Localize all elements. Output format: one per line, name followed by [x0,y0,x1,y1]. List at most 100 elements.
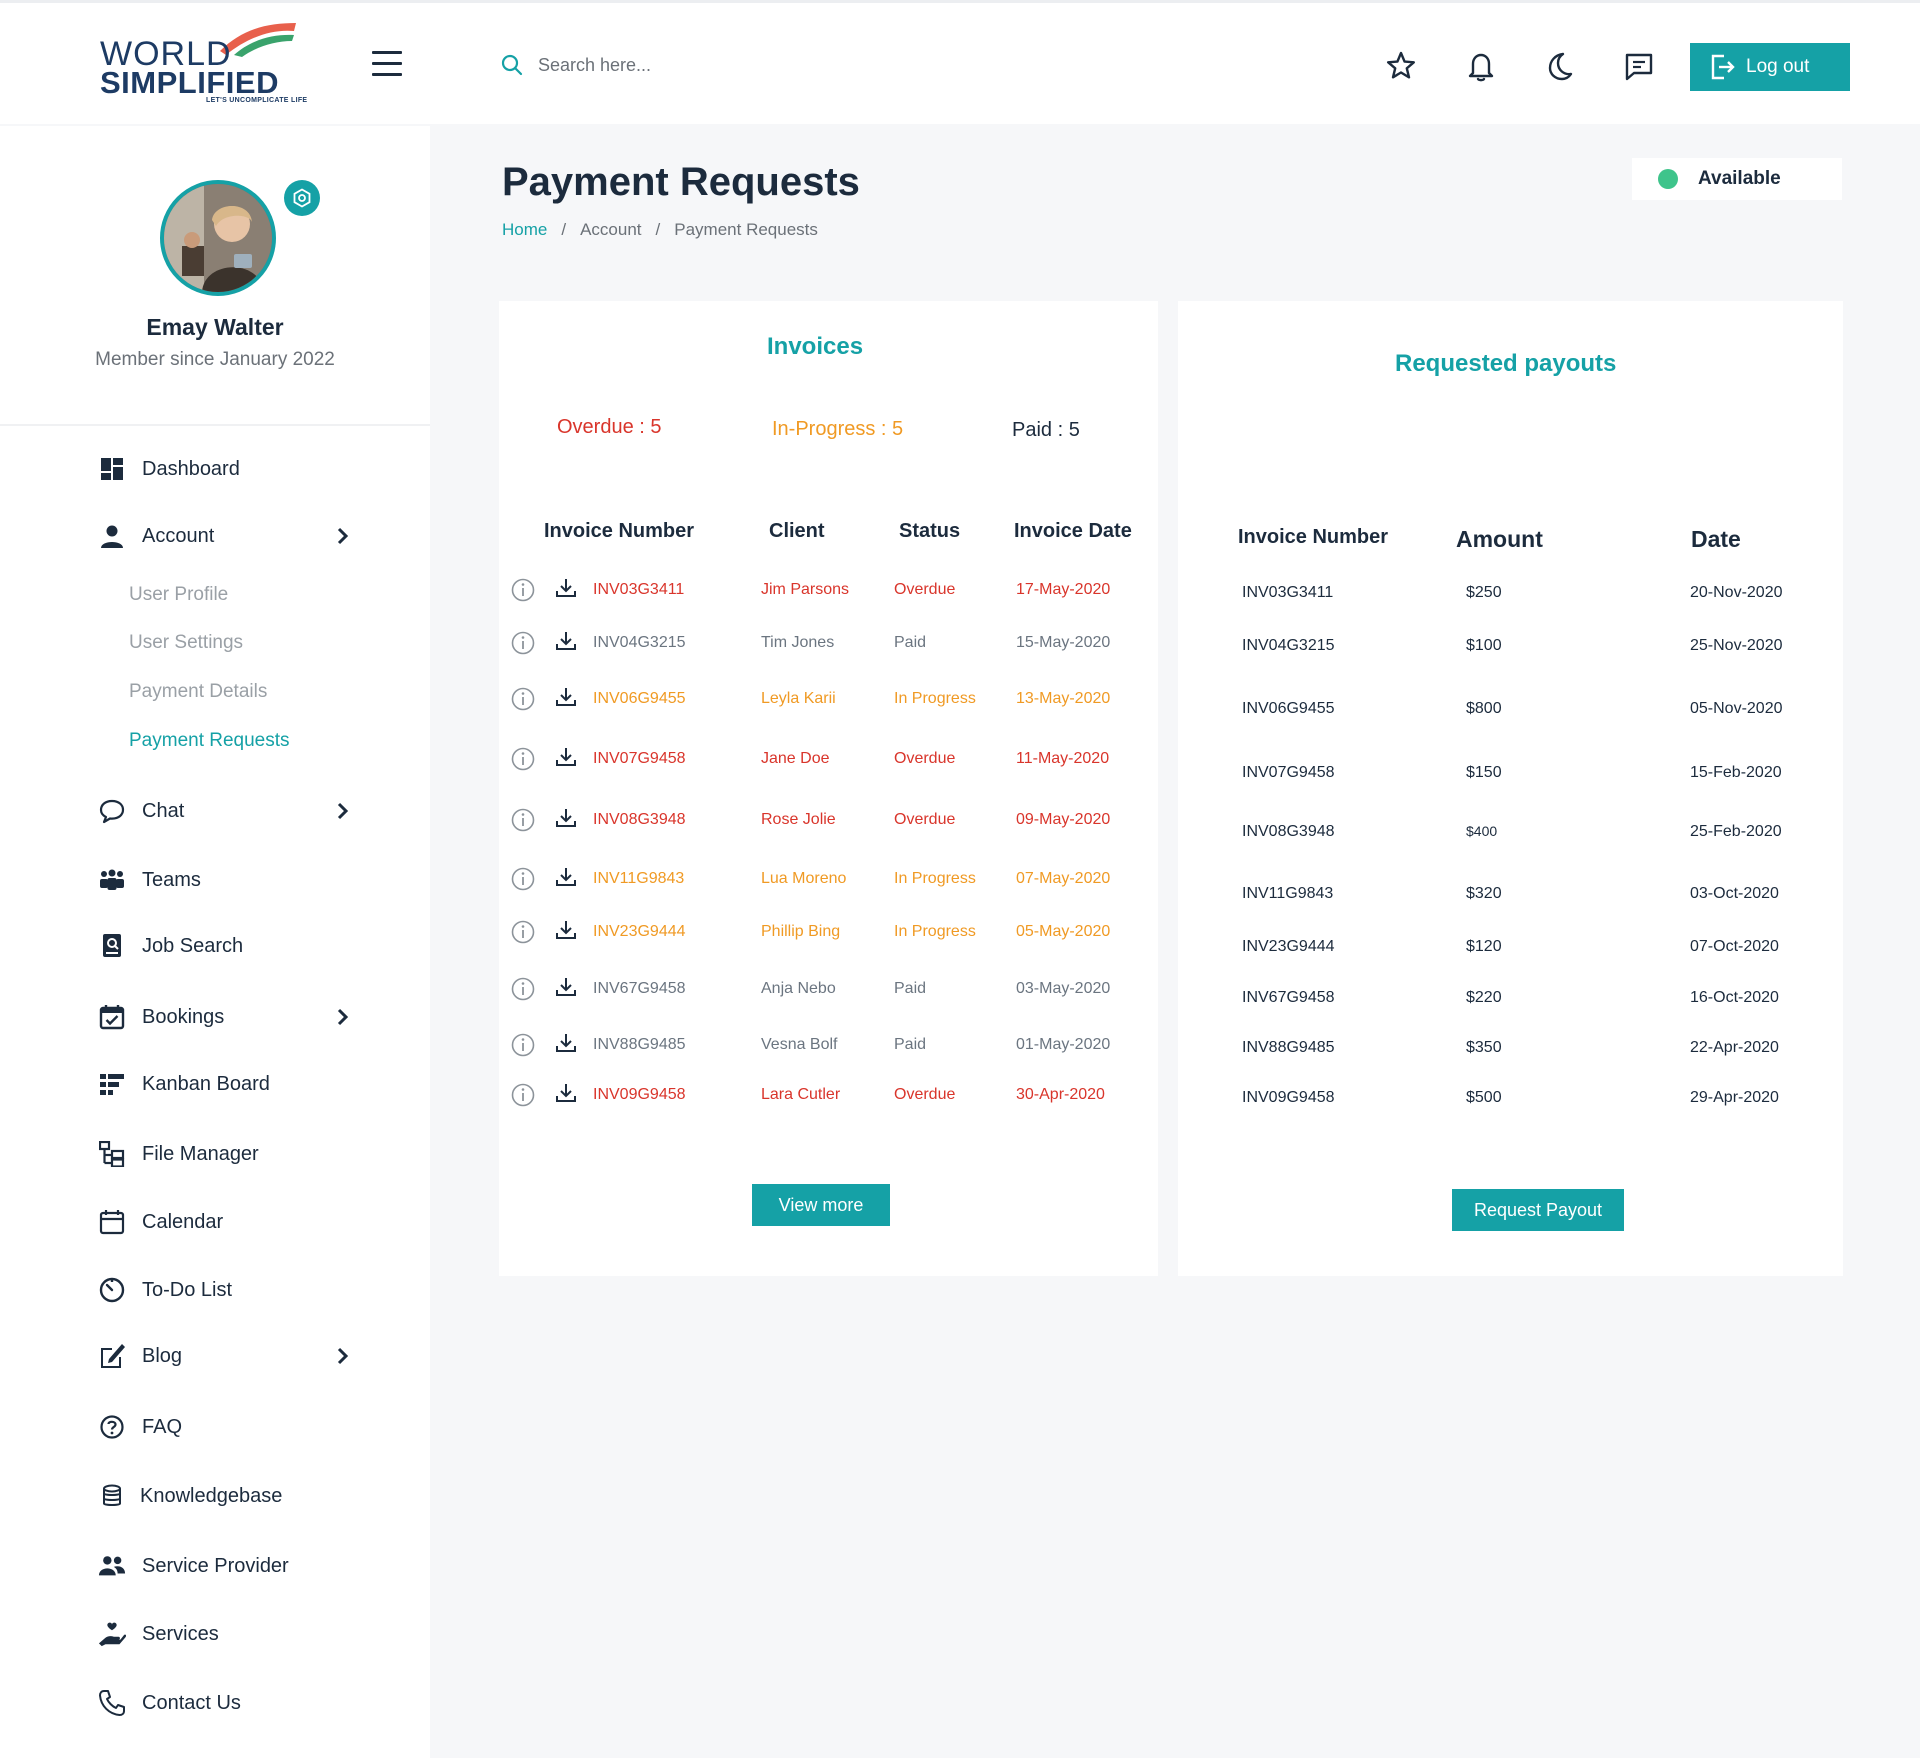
sidebar-item-label: Contact Us [142,1691,241,1714]
availability-status[interactable]: Available [1632,158,1842,200]
download-icon[interactable] [553,805,579,831]
payout-invoice-number-cell: INV07G9458 [1242,764,1335,781]
sidebar-item-teams[interactable]: Teams [98,866,358,894]
breadcrumb-separator: / [655,220,661,239]
sidebar-item-account[interactable]: Account [98,522,358,550]
payout-amount-cell: $800 [1466,700,1502,717]
column-header-invoice-number[interactable]: Invoice Number [1238,526,1388,549]
payout-invoice-number-cell: INV88G9485 [1242,1039,1335,1056]
sidebar-subitem-user-settings[interactable]: User Settings [129,632,243,654]
message-icon[interactable] [1622,49,1656,83]
logo-tagline: LET'S UNCOMPLICATE LIFE [206,97,308,104]
download-icon[interactable] [553,744,579,770]
star-icon[interactable] [1384,49,1418,83]
sidebar-item-bookings[interactable]: Bookings [98,1003,358,1031]
breadcrumb-account[interactable]: Account [580,220,641,240]
download-icon[interactable] [553,917,579,943]
sidebar-item-calendar[interactable]: Calendar [98,1208,358,1236]
invoice-number-cell[interactable]: INV04G3215 [593,634,686,652]
sidebar-subitem-user-profile[interactable]: User Profile [129,584,228,606]
invoice-number-cell[interactable]: INV23G9444 [593,923,686,941]
invoice-number-cell[interactable]: INV07G9458 [593,750,686,768]
avatar[interactable] [160,180,276,296]
info-icon[interactable] [510,807,536,833]
column-header-amount[interactable]: Amount [1456,526,1543,553]
payout-date-cell: 05-Nov-2020 [1690,700,1783,717]
payout-invoice-number-cell: INV04G3215 [1242,637,1335,654]
download-icon[interactable] [553,628,579,654]
sidebar-item-dashboard[interactable]: Dashboard [98,455,358,483]
column-header-invoice-number[interactable]: Invoice Number [544,520,694,543]
sidebar-subitem-payment-requests[interactable]: Payment Requests [129,730,290,752]
sidebar-item-job-search[interactable]: Job Search [98,932,358,960]
sidebar-item-chat[interactable]: Chat [98,797,358,825]
invoice-number-cell[interactable]: INV06G9455 [593,690,686,708]
sidebar-item-blog[interactable]: Blog [98,1342,358,1370]
invoice-number-cell[interactable]: INV03G3411 [593,581,684,599]
payout-amount-cell: $500 [1466,1089,1502,1106]
invoice-number-cell[interactable]: INV88G9485 [593,1036,686,1054]
sidebar: Emay Walter Member since January 2022 Da… [0,126,430,1758]
column-header-status[interactable]: Status [899,520,960,543]
sidebar-item-services[interactable]: Services [98,1620,358,1648]
payout-invoice-number-cell: INV08G3948 [1242,823,1335,840]
profile-settings-button[interactable] [284,180,320,216]
sidebar-item-knowledgebase[interactable]: Knowledgebase [98,1482,358,1510]
sidebar-item-faq[interactable]: FAQ [98,1413,358,1441]
breadcrumb-home[interactable]: Home [502,220,547,240]
column-header-client[interactable]: Client [769,520,825,543]
sidebar-item-kanban-board[interactable]: Kanban Board [98,1070,358,1098]
download-icon[interactable] [553,575,579,601]
chevron-right-icon [337,1008,349,1026]
info-icon[interactable] [510,686,536,712]
info-icon[interactable] [510,630,536,656]
invoice-number-cell[interactable]: INV11G9843 [593,870,684,888]
sidebar-item-label: Service Provider [142,1554,289,1577]
info-icon[interactable] [510,976,536,1002]
download-icon[interactable] [553,974,579,1000]
logout-button[interactable]: Log out [1690,43,1850,91]
invoices-title: Invoices [767,333,864,360]
download-icon[interactable] [553,1030,579,1056]
job-search-icon [98,932,126,960]
payout-date-cell: 07-Oct-2020 [1690,938,1779,955]
invoice-date-cell: 03-May-2020 [1016,980,1111,997]
payout-amount-cell: $350 [1466,1039,1502,1056]
download-icon[interactable] [553,864,579,890]
moon-icon[interactable] [1542,49,1576,83]
payout-date-cell: 20-Nov-2020 [1690,584,1783,601]
info-icon[interactable] [510,866,536,892]
sidebar-subitem-payment-details[interactable]: Payment Details [129,681,267,703]
download-icon[interactable] [553,1080,579,1106]
invoice-number-cell[interactable]: INV08G3948 [593,811,686,829]
info-icon[interactable] [510,1032,536,1058]
payout-date-cell: 29-Apr-2020 [1690,1089,1779,1106]
download-icon[interactable] [553,684,579,710]
sidebar-item-file-manager[interactable]: File Manager [98,1140,358,1168]
search-icon [501,54,523,76]
sidebar-item-contact-us[interactable]: Contact Us [98,1689,358,1717]
column-header-date[interactable]: Date [1691,526,1741,553]
search-bar[interactable] [500,53,798,77]
bell-icon[interactable] [1464,49,1498,83]
column-header-invoice-date[interactable]: Invoice Date [1014,520,1132,543]
sidebar-item-label: Knowledgebase [140,1484,283,1507]
status-cell: Overdue [894,811,956,828]
info-icon[interactable] [510,1082,536,1108]
client-cell: Lara Cutler [761,1086,841,1103]
info-icon[interactable] [510,577,536,603]
view-more-button[interactable]: View more [752,1184,890,1226]
invoice-number-cell[interactable]: INV67G9458 [593,980,686,998]
sidebar-item-service-provider[interactable]: Service Provider [98,1552,358,1580]
invoice-date-cell: 13-May-2020 [1016,690,1111,707]
info-icon[interactable] [510,746,536,772]
client-cell: Leyla Karii [761,690,836,707]
world-simplified-logo[interactable]: WORLD SIMPLIFIED LET'S UNCOMPLICATE LIFE [100,17,310,107]
search-input[interactable] [538,54,798,76]
invoice-number-cell[interactable]: INV09G9458 [593,1086,686,1104]
request-payout-button[interactable]: Request Payout [1452,1189,1624,1231]
menu-icon[interactable] [372,51,402,79]
calendar-icon [98,1208,126,1236]
sidebar-item-todo-list[interactable]: To-Do List [98,1276,358,1304]
info-icon[interactable] [510,919,536,945]
